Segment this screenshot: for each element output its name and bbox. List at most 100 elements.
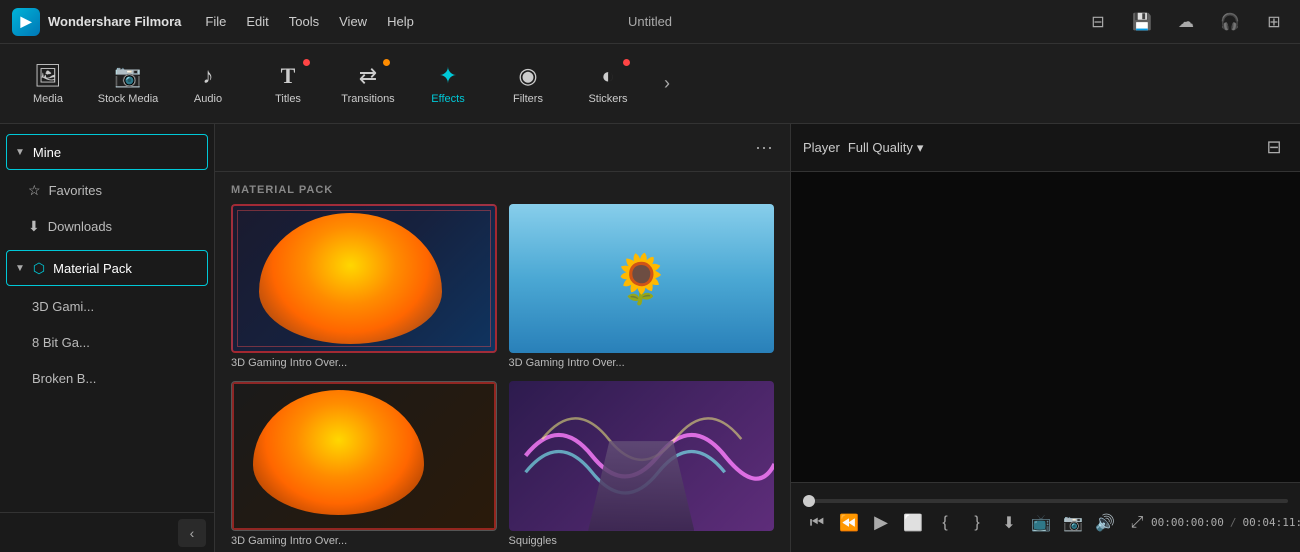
- stop-btn[interactable]: ⬜: [899, 509, 927, 537]
- toolbar-filters[interactable]: ◉ Filters: [488, 49, 568, 119]
- camera-btn[interactable]: 📷: [1059, 509, 1087, 537]
- stickers-badge: [623, 59, 630, 66]
- sidebar-bottom: ‹: [0, 512, 214, 552]
- sidebar-item-broken-b[interactable]: Broken B...: [0, 360, 214, 396]
- titles-icon: T: [281, 63, 296, 89]
- thumb-3: [231, 381, 497, 530]
- thumb-4: [509, 381, 775, 530]
- toolbar-audio[interactable]: ♪ Audio: [168, 49, 248, 119]
- sidebar-item-3d-gami[interactable]: 3D Gami...: [0, 288, 214, 324]
- toolbar-effects-label: Effects: [431, 93, 464, 105]
- player-view-icon[interactable]: ⊟: [1260, 134, 1288, 162]
- flower-overlay-1: [259, 213, 442, 344]
- control-buttons: ⏮ ⏪ ▶ ⬜ { } ⬇ 📺 📷 🔊 ⤢: [803, 509, 1151, 537]
- headphone-icon[interactable]: 🎧: [1216, 8, 1244, 36]
- time-row: ⏮ ⏪ ▶ ⬜ { } ⬇ 📺 📷 🔊 ⤢ 00:00:00:00 / 00:0…: [803, 509, 1288, 537]
- toolbar-media-label: Media: [33, 93, 63, 105]
- screen-btn[interactable]: 📺: [1027, 509, 1055, 537]
- app-name: Wondershare Filmora: [48, 14, 181, 29]
- quality-chevron: ▾: [917, 140, 924, 156]
- toolbar-stock-media[interactable]: 📷 Stock Media: [88, 49, 168, 119]
- right-panel: Player Full Quality ▾ ⊟ ⏮ ⏪ ▶ ⬜ {: [790, 124, 1300, 552]
- menu-help[interactable]: Help: [387, 14, 414, 29]
- menu-tools[interactable]: Tools: [289, 14, 319, 29]
- player-label: Player: [803, 140, 840, 155]
- grid-item-3[interactable]: 3D Gaming Intro Over...: [231, 381, 497, 546]
- sidebar-item-favorites[interactable]: ☆ Favorites: [0, 172, 214, 208]
- frame-back-btn[interactable]: ⏪: [835, 509, 863, 537]
- current-time: 00:00:00:00: [1151, 516, 1224, 529]
- player-controls: ⏮ ⏪ ▶ ⬜ { } ⬇ 📺 📷 🔊 ⤢ 00:00:00:00 / 00:0…: [791, 482, 1300, 552]
- media-icon: 🖼: [34, 63, 62, 89]
- material-pack-arrow: ▼: [15, 263, 25, 274]
- toolbar-titles[interactable]: T Titles: [248, 49, 328, 119]
- toolbar-filters-label: Filters: [513, 93, 543, 105]
- render-btn[interactable]: ⬇: [995, 509, 1023, 537]
- favorites-label: Favorites: [49, 183, 102, 198]
- content-panel: ··· MATERIAL PACK 3D Gaming Intro Over..…: [215, 124, 790, 552]
- progress-bar[interactable]: [803, 499, 1288, 503]
- save-icon[interactable]: 💾: [1128, 8, 1156, 36]
- toolbar-effects[interactable]: ✦ Effects: [408, 49, 488, 119]
- toolbar-media[interactable]: 🖼 Media: [8, 49, 88, 119]
- grid-label-2: 3D Gaming Intro Over...: [509, 357, 775, 369]
- thumb-2: [509, 204, 775, 353]
- preview-area: [791, 172, 1300, 482]
- total-time: 00:04:11:13: [1242, 516, 1300, 529]
- section-title: MATERIAL PACK: [215, 172, 790, 204]
- cloud-icon[interactable]: ☁: [1172, 8, 1200, 36]
- grid-label-3: 3D Gaming Intro Over...: [231, 535, 497, 547]
- transitions-badge: [383, 59, 390, 66]
- grid-icon[interactable]: ⊞: [1260, 8, 1288, 36]
- toolbar-transitions-label: Transitions: [341, 93, 394, 105]
- sidebar-section: ▼ Mine ☆ Favorites ⬇ Downloads ▼ ⬡ Mater…: [0, 124, 214, 512]
- progress-handle[interactable]: [803, 495, 815, 507]
- mark-out-btn[interactable]: }: [963, 509, 991, 537]
- audio-icon: ♪: [203, 63, 214, 89]
- time-sep: /: [1230, 516, 1237, 529]
- menu-file[interactable]: File: [205, 14, 226, 29]
- menu-edit[interactable]: Edit: [246, 14, 268, 29]
- content-more-btn[interactable]: ···: [750, 134, 778, 162]
- content-header: ···: [215, 124, 790, 172]
- broken-b-label: Broken B...: [32, 371, 96, 386]
- top-right-icons: ⊟ 💾 ☁ 🎧 ⊞: [1084, 8, 1288, 36]
- sidebar-collapse-btn[interactable]: ‹: [178, 519, 206, 547]
- app-logo: ▶: [12, 8, 40, 36]
- grid-item-4[interactable]: Squiggles: [509, 381, 775, 546]
- mine-label: Mine: [33, 145, 61, 160]
- 8bit-ga-label: 8 Bit Ga...: [32, 335, 90, 350]
- grid-item-1[interactable]: 3D Gaming Intro Over...: [231, 204, 497, 369]
- quality-value: Full Quality: [848, 140, 913, 155]
- mark-in-btn[interactable]: {: [931, 509, 959, 537]
- stickers-icon: ◐: [601, 63, 614, 89]
- titles-badge: [303, 59, 310, 66]
- fullscreen-btn[interactable]: ⤢: [1123, 509, 1151, 537]
- toolbar-stickers[interactable]: ◐ Stickers: [568, 49, 648, 119]
- sidebar-item-8bit-ga[interactable]: 8 Bit Ga...: [0, 324, 214, 360]
- grid-item-2[interactable]: 3D Gaming Intro Over...: [509, 204, 775, 369]
- toolbar-titles-label: Titles: [275, 93, 301, 105]
- favorites-icon: ☆: [28, 182, 41, 199]
- sidebar-item-mine[interactable]: ▼ Mine: [6, 134, 208, 170]
- thumb-1: [231, 204, 497, 353]
- volume-btn[interactable]: 🔊: [1091, 509, 1119, 537]
- sidebar-item-downloads[interactable]: ⬇ Downloads: [0, 208, 214, 244]
- menu-view[interactable]: View: [339, 14, 367, 29]
- effects-icon: ✦: [439, 63, 457, 89]
- time-display: 00:00:00:00 / 00:04:11:13: [1151, 516, 1300, 529]
- toolbar-audio-label: Audio: [194, 93, 222, 105]
- logo-area: ▶ Wondershare Filmora: [12, 8, 181, 36]
- toolbar-transitions[interactable]: ⇄ Transitions: [328, 49, 408, 119]
- quality-select[interactable]: Full Quality ▾: [848, 140, 924, 156]
- skip-back-btn[interactable]: ⏮: [803, 509, 831, 537]
- toolbar-more-btn[interactable]: ›: [652, 69, 682, 99]
- mine-arrow: ▼: [15, 147, 25, 158]
- filters-icon: ◉: [518, 63, 537, 89]
- content-grid: 3D Gaming Intro Over... 3D Gaming Intro …: [215, 204, 790, 552]
- toolbar-stickers-label: Stickers: [588, 93, 627, 105]
- toolbar-stock-media-label: Stock Media: [98, 93, 159, 105]
- play-btn[interactable]: ▶: [867, 509, 895, 537]
- sidebar-item-material-pack[interactable]: ▼ ⬡ Material Pack: [6, 250, 208, 286]
- layout-icon[interactable]: ⊟: [1084, 8, 1112, 36]
